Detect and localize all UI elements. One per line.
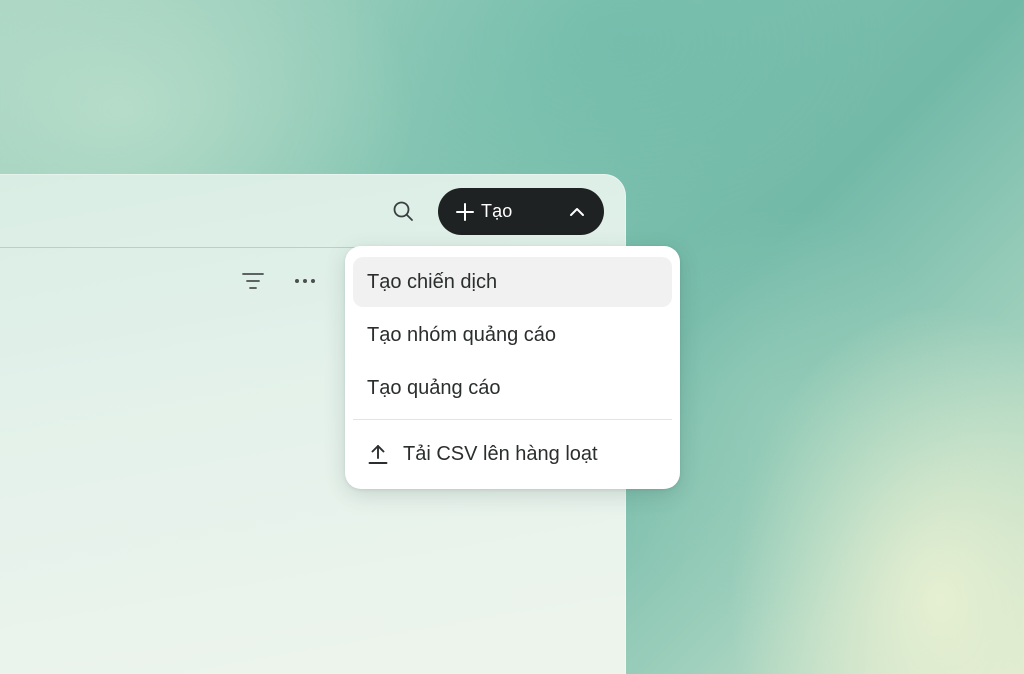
search-button[interactable] [390, 198, 416, 224]
create-button-label: Tạo [481, 201, 513, 221]
more-options-button[interactable] [292, 268, 318, 294]
filter-icon [242, 273, 264, 289]
upload-icon [367, 443, 389, 465]
filter-button[interactable] [240, 268, 266, 294]
create-dropdown-menu: Tạo chiến dịch Tạo nhóm quảng cáo Tạo qu… [345, 246, 680, 489]
menu-item-create-ad-group[interactable]: Tạo nhóm quảng cáo [353, 310, 672, 360]
menu-divider [353, 419, 672, 420]
search-icon [393, 201, 413, 221]
menu-item-create-ad[interactable]: Tạo quảng cáo [353, 363, 672, 413]
chevron-up-icon [570, 208, 584, 216]
create-button[interactable]: Tạo [438, 188, 604, 235]
bulk-upload-label: Tải CSV lên hàng loạt [403, 442, 598, 465]
menu-item-bulk-upload-csv[interactable]: Tải CSV lên hàng loạt [353, 429, 672, 479]
app-header: Tạo [0, 174, 626, 248]
plus-icon [455, 202, 475, 222]
more-horizontal-icon [295, 279, 315, 283]
menu-item-create-campaign[interactable]: Tạo chiến dịch [353, 257, 672, 307]
